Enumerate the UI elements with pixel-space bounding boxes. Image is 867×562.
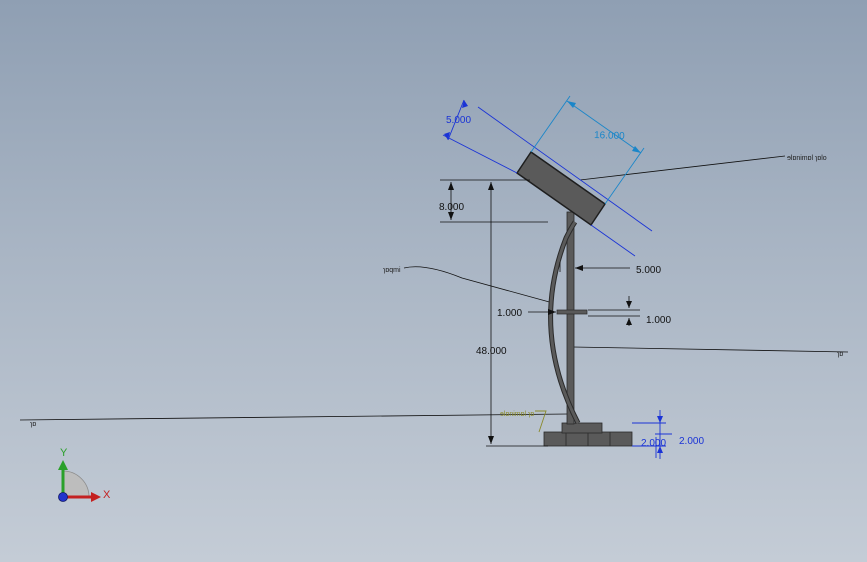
arrow-total-bottom	[488, 436, 494, 444]
panel-thickness-ext-bottom	[442, 134, 518, 174]
ground-leader-line	[19, 413, 569, 421]
main-pole	[566, 211, 575, 425]
axis-triad: Y X	[58, 447, 111, 502]
base-pedestal	[561, 422, 603, 434]
dim-panel-thickness[interactable]: 5.000	[446, 115, 471, 126]
dim-arm-offset[interactable]: 5.000	[636, 265, 661, 276]
dimension-arrowheads-black	[448, 182, 632, 444]
arrow-drop-bottom	[448, 212, 454, 220]
panel-thickness-ext-bottom-b	[590, 224, 636, 257]
note-weld[interactable]: ɘlɒnimɒl ɿɒ	[500, 411, 534, 418]
panel-length-dim-line	[566, 100, 642, 154]
y-axis-arrowhead	[58, 460, 68, 470]
panel-length-ext-left	[530, 95, 571, 153]
dim-base-height[interactable]: 2.000	[679, 436, 704, 447]
y-axis-label: Y	[60, 447, 68, 459]
curve-leader-line	[403, 266, 554, 304]
note-pole[interactable]: ɿɒ	[837, 351, 843, 358]
arrow-thickness-top	[462, 100, 468, 108]
pole-leader-line	[572, 346, 849, 353]
note-ground[interactable]: ɿɒ	[30, 421, 36, 428]
dim-bracket-left[interactable]: 1.000	[497, 308, 522, 319]
dim-bracket-right[interactable]: 1.000	[646, 315, 671, 326]
panel-thickness-ext-top	[477, 106, 653, 232]
panel-leader-line	[579, 155, 786, 181]
dim-panel-drop[interactable]: 8.000	[439, 202, 464, 213]
arrow-offset	[575, 265, 583, 271]
triad-quadrant	[62, 470, 90, 498]
leader-lines	[19, 155, 849, 421]
arrow-drop-top	[448, 182, 454, 190]
middle-bracket	[556, 309, 588, 315]
drawing-canvas: 5.000 16.000 8.000 5.000 1.000 1.000 48.…	[19, 95, 849, 502]
dimensions-black	[440, 179, 640, 447]
x-axis-label: X	[103, 489, 111, 501]
arrow-bracket-right-top	[626, 301, 632, 308]
arrow-total-top	[488, 182, 494, 190]
arrow-length-left	[567, 101, 576, 108]
z-axis-dot	[58, 492, 68, 502]
dimensions-blue	[442, 99, 672, 459]
arrow-base-top	[657, 416, 663, 423]
arrow-length-right	[632, 146, 641, 153]
note-panel[interactable]: ɘlɒnimɒl ɿɒlo	[787, 155, 827, 162]
arrow-bracket-right-bottom	[626, 318, 632, 325]
note-curve[interactable]: ɿɒqmi	[383, 267, 401, 274]
x-axis-arrowhead	[91, 492, 101, 502]
street-lamp-model	[515, 150, 633, 447]
dim-panel-length[interactable]: 16.000	[594, 130, 625, 142]
dim-base-height-overlap[interactable]: 2.000	[641, 438, 666, 449]
dim-total-height[interactable]: 48.000	[476, 346, 507, 357]
